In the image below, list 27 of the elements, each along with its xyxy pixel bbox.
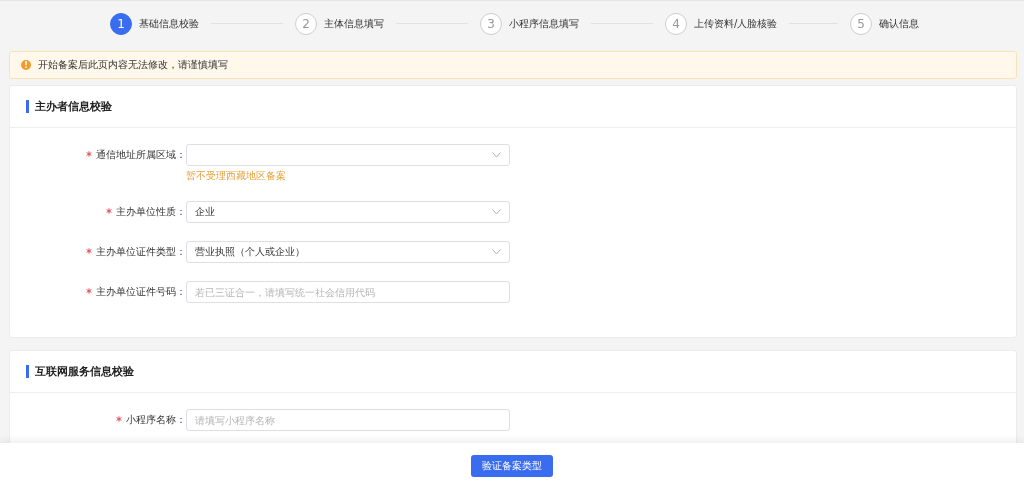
notice-text: 开始备案后此页内容无法修改，请谨慎填写	[38, 58, 228, 72]
field-label: 主办单位性质：	[116, 206, 186, 217]
field-label: 小程序名称：	[126, 414, 186, 425]
field-label: 主办单位证件类型：	[96, 246, 186, 257]
verify-button[interactable]: 验证备案类型	[471, 454, 553, 477]
step-label: 主体信息填写	[324, 16, 384, 31]
select-field[interactable]: 企业	[186, 201, 510, 223]
step-number: 4	[665, 12, 687, 35]
field-label: 主办单位证件号码：	[96, 286, 186, 297]
chevron-down-icon	[492, 249, 501, 255]
step-label: 上传资料/人脸核验	[694, 16, 778, 31]
field-label: 通信地址所属区域：	[96, 149, 186, 160]
step-number: 1	[110, 12, 132, 35]
section-title: 主办者信息校验	[35, 99, 112, 114]
step-number: 3	[480, 12, 502, 35]
select-field[interactable]	[186, 144, 510, 166]
step-number: 2	[295, 12, 317, 35]
step-label: 基础信息校验	[139, 16, 199, 31]
hint-text: 暂不受理西藏地区备案	[186, 169, 287, 183]
step-label: 小程序信息填写	[509, 16, 579, 31]
step-number: 5	[850, 12, 872, 35]
select-field[interactable]: 营业执照（个人或企业）	[186, 241, 510, 263]
warning-icon: !	[21, 60, 31, 70]
chevron-down-icon	[492, 152, 501, 158]
step-label: 确认信息	[879, 16, 919, 31]
chevron-down-icon	[492, 209, 501, 215]
section-title: 互联网服务信息校验	[35, 364, 134, 379]
